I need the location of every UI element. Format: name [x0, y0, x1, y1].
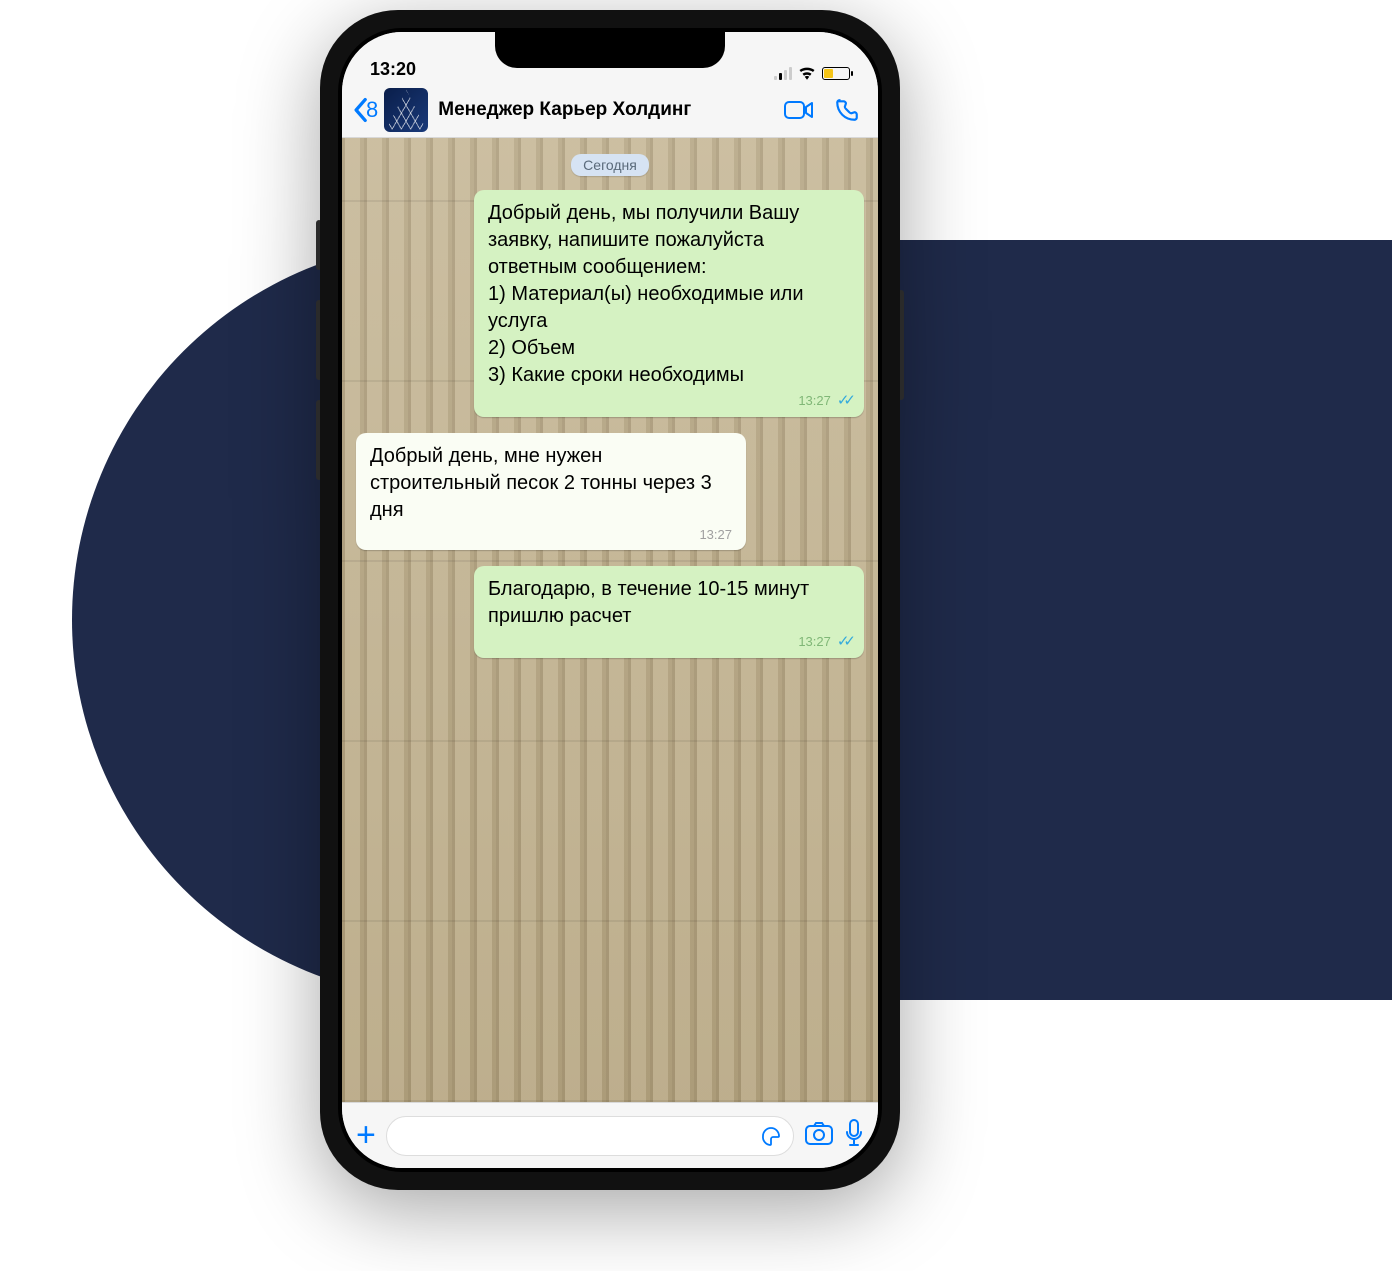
message-time: 13:27 [798, 392, 831, 410]
wifi-icon [798, 66, 816, 80]
read-ticks-icon: ✓✓ [837, 391, 850, 411]
video-call-button[interactable] [776, 100, 822, 120]
battery-icon [822, 67, 850, 80]
message-text: Добрый день, мне нужен строительный песо… [370, 443, 732, 524]
read-ticks-icon: ✓✓ [837, 632, 850, 652]
message-time: 13:27 [699, 526, 732, 544]
status-time: 13:20 [370, 59, 416, 80]
message-input-bar: + [342, 1102, 878, 1168]
contact-avatar[interactable] [384, 88, 428, 132]
incoming-message[interactable]: Добрый день, мне нужен строительный песо… [356, 433, 746, 550]
date-separator: Сегодня [571, 154, 649, 176]
phone-screen: 13:20 8 Менеджер Карьер [342, 32, 878, 1168]
back-badge: 8 [366, 97, 378, 123]
sticker-icon[interactable] [759, 1124, 783, 1148]
message-time: 13:27 [798, 633, 831, 651]
back-button[interactable]: 8 [352, 97, 378, 123]
message-text: Благодарю, в течение 10-15 минут пришлю … [488, 576, 850, 630]
cellular-icon [774, 67, 792, 80]
camera-button[interactable] [804, 1120, 834, 1151]
contact-name[interactable]: Менеджер Карьер Холдинг [438, 99, 772, 121]
notch [495, 32, 725, 68]
chat-body[interactable]: Сегодня Добрый день, мы получили Вашу за… [342, 138, 878, 1102]
message-input[interactable] [386, 1116, 794, 1156]
attach-button[interactable]: + [356, 1116, 376, 1155]
mic-button[interactable] [844, 1118, 864, 1153]
outgoing-message[interactable]: Добрый день, мы получили Вашу заявку, на… [474, 190, 864, 417]
outgoing-message[interactable]: Благодарю, в течение 10-15 минут пришлю … [474, 566, 864, 658]
chat-header: 8 Менеджер Карьер Холдинг [342, 82, 878, 138]
message-text: Добрый день, мы получили Вашу заявку, на… [488, 200, 850, 389]
phone-mockup: 13:20 8 Менеджер Карьер [320, 10, 900, 1190]
voice-call-button[interactable] [826, 97, 868, 123]
